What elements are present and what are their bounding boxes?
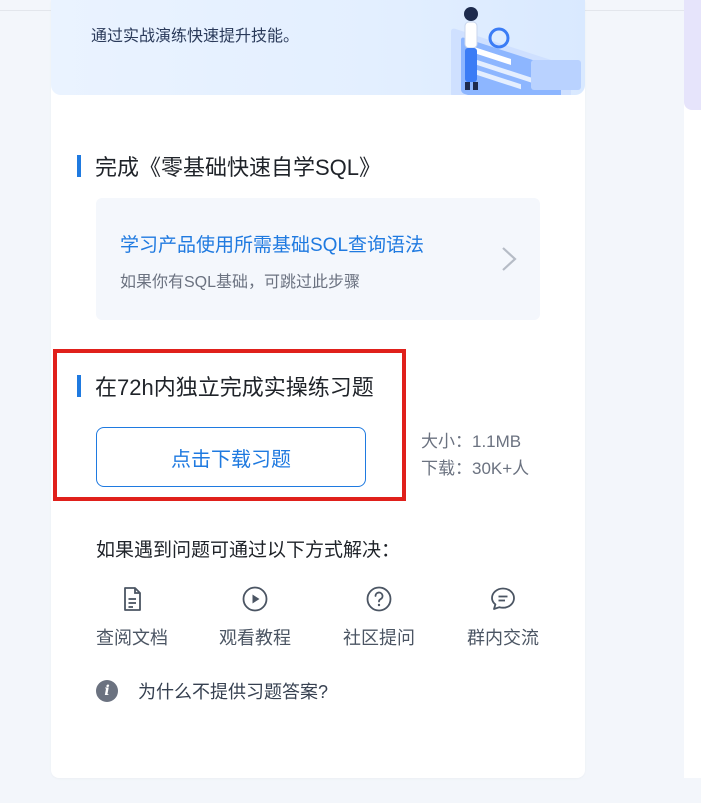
step1-title: 完成《零基础快速自学SQL》 <box>77 150 381 182</box>
sql-course-hint: 如果你有SQL基础，可跳过此步骤 <box>120 274 361 291</box>
faq-text[interactable]: 为什么不提供习题答案? <box>138 678 328 704</box>
practice-card: 通过实战演练快速提升技能。 完成《零基础快速自学SQL》 学习产品使用所需基础S… <box>51 0 585 778</box>
help-docs-label: 查阅文档 <box>96 628 168 648</box>
title-accent-bar <box>77 155 81 177</box>
help-tutorial-label: 观看教程 <box>219 628 291 648</box>
download-count: 下载：30K+人 <box>421 459 530 478</box>
sql-course-link-text[interactable]: 学习产品使用所需基础SQL查询语法 <box>120 230 424 257</box>
faq-link[interactable]: i 为什么不提供习题答案? <box>96 678 328 704</box>
download-exercises-button[interactable]: 点击下载习题 <box>96 427 366 487</box>
banner-subtitle: 通过实战演练快速提升技能。 <box>91 28 300 45</box>
help-docs[interactable]: 查阅文档 <box>82 585 182 650</box>
chevron-right-icon[interactable] <box>500 246 518 272</box>
chat-icon <box>491 587 515 610</box>
banner-illustration <box>451 7 581 95</box>
title-accent-bar <box>77 375 81 397</box>
document-icon <box>124 587 141 611</box>
step2-title: 在72h内独立完成实操练习题 <box>77 370 374 402</box>
play-icon <box>242 586 268 612</box>
help-group-chat-label: 群内交流 <box>467 628 539 648</box>
right-panel <box>684 0 701 778</box>
step2-title-text: 在72h内独立完成实操练习题 <box>95 375 374 400</box>
step1-title-text: 完成《零基础快速自学SQL》 <box>95 155 382 180</box>
sql-course-link[interactable]: 学习产品使用所需基础SQL查询语法 如果你有SQL基础，可跳过此步骤 <box>96 198 540 320</box>
help-tutorial[interactable]: 观看教程 <box>205 585 305 650</box>
file-info: 大小：1.1MB 下载：30K+人 <box>421 428 529 482</box>
question-icon <box>366 586 392 612</box>
banner: 通过实战演练快速提升技能。 <box>51 0 585 95</box>
file-size: 大小：1.1MB <box>421 432 522 451</box>
help-group-chat[interactable]: 群内交流 <box>453 585 553 650</box>
help-community-label: 社区提问 <box>343 628 415 648</box>
help-community[interactable]: 社区提问 <box>329 585 429 650</box>
info-icon: i <box>96 680 118 702</box>
help-title: 如果遇到问题可通过以下方式解决： <box>96 540 401 561</box>
right-panel-header <box>684 0 701 110</box>
